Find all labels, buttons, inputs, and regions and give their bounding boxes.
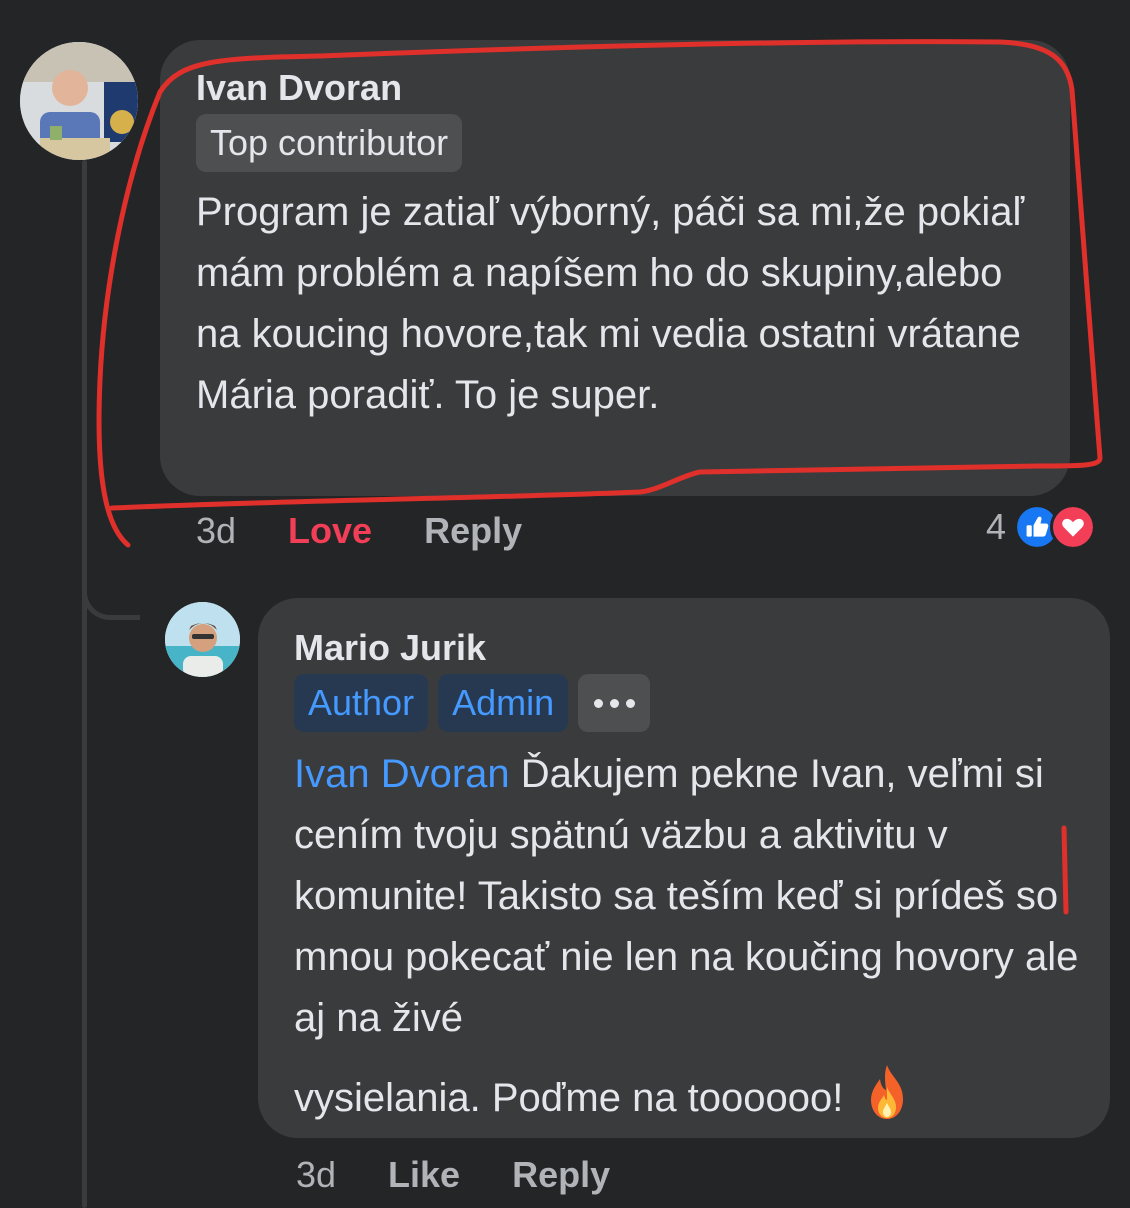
reaction-summary[interactable]: 4 (986, 504, 1097, 550)
reply-text-last-line: vysielania. Poďme na toooooo! (294, 1076, 844, 1120)
thread-branch-line (82, 560, 140, 620)
top-contributor-badge[interactable]: Top contributor (196, 114, 463, 172)
fire-icon (870, 1065, 903, 1119)
reaction-count: 4 (986, 506, 1007, 547)
avatar-ivan[interactable] (20, 42, 138, 160)
avatar-mario[interactable] (165, 602, 240, 677)
reply-author-name[interactable]: Mario Jurik (294, 626, 1074, 670)
comment-actions: 3d Love Reply (196, 510, 522, 552)
reply-reply-button[interactable]: Reply (512, 1154, 610, 1196)
author-badge[interactable]: Author (294, 674, 429, 732)
comment-text: Program je zatiaľ výborný, páči sa mi,že… (196, 190, 1025, 417)
reply-timestamp[interactable]: 3d (296, 1154, 336, 1196)
comment-timestamp[interactable]: 3d (196, 510, 236, 552)
like-button[interactable]: Like (388, 1154, 460, 1196)
comment-author-name[interactable]: Ivan Dvoran (196, 66, 1036, 110)
reply-text: Ivan Dvoran Ďakujem pekne Ivan, veľmi si… (294, 744, 1084, 1049)
love-icon (1050, 504, 1097, 550)
admin-badge[interactable]: Admin (438, 674, 569, 732)
mention-link[interactable]: Ivan Dvoran (294, 752, 510, 796)
more-icon[interactable] (578, 674, 651, 732)
love-reaction-button[interactable]: Love (288, 510, 372, 552)
reply-bubble: Mario Jurik Author Admin Ivan Dvoran Ďak… (258, 598, 1110, 1138)
reply-text-last: vysielania. Poďme na toooooo! (294, 1063, 1084, 1129)
comment-bubble: Ivan Dvoran Top contributor Program je z… (160, 40, 1070, 496)
thread-line (82, 160, 87, 1208)
reply-actions: 3d Like Reply (296, 1154, 610, 1196)
reply-button[interactable]: Reply (424, 510, 522, 552)
